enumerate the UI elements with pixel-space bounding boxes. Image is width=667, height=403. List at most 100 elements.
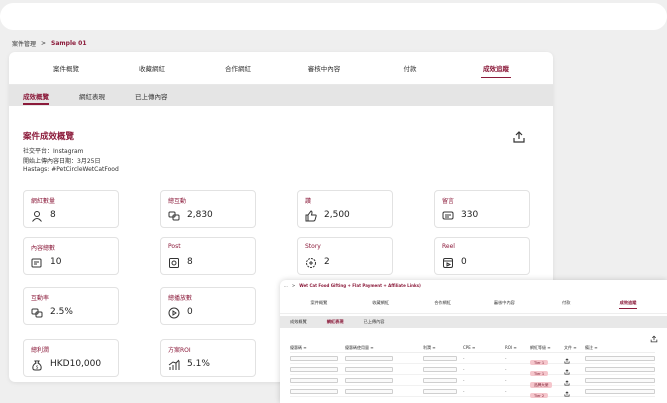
tab-saved-influencers[interactable]: 收藏網紅 — [109, 63, 195, 73]
profit-field[interactable] — [423, 377, 457, 383]
roi-value: - — [505, 355, 507, 361]
start-date-info: 開始上傳內容日期：3月25日 — [23, 158, 101, 165]
metric-label: 內容總數 — [31, 245, 56, 252]
profit-field[interactable] — [423, 388, 457, 394]
cpe-value: - — [463, 366, 465, 372]
tier-badge[interactable]: Tier 2 — [530, 393, 549, 398]
remarks-field[interactable] — [585, 388, 655, 394]
remarks-field[interactable] — [585, 366, 655, 372]
influencer-table: 優惠碼 ≡ 優惠碼使用量 ≡ 利潤 ≡ CPE ≡ ROI ≡ 網紅等級 ≡ 文… — [290, 343, 655, 398]
platform-info: 社交平台：Instagram — [23, 148, 84, 155]
play-icon — [168, 307, 180, 319]
subtab-influencer-performance[interactable]: 網紅表現 — [79, 91, 105, 101]
promo-code-field[interactable] — [290, 388, 338, 394]
panel-breadcrumb-parent[interactable]: ... — [284, 283, 288, 288]
table-header: 優惠碼 ≡ 優惠碼使用量 ≡ 利潤 ≡ CPE ≡ ROI ≡ 網紅等級 ≡ 文… — [290, 343, 655, 353]
cpe-value: - — [463, 377, 465, 383]
post-icon — [169, 258, 179, 268]
money-bag-icon: $ — [32, 360, 42, 371]
column-header[interactable]: 備注 ≡ — [585, 345, 655, 351]
roi-icon — [168, 359, 180, 370]
tab-under-review[interactable]: 審核中內容 — [281, 63, 367, 73]
table-row: - - Tier 2 — [290, 386, 655, 398]
promo-usage-field[interactable] — [345, 377, 393, 383]
tab-partner-influencers[interactable]: 合作網紅 — [195, 63, 281, 73]
subtab-uploaded-content[interactable]: 已上傳內容 — [135, 91, 168, 101]
svg-text:$: $ — [36, 364, 39, 370]
metric-value: 5.1% — [187, 359, 210, 369]
roi-value: - — [505, 366, 507, 372]
promo-code-field[interactable] — [290, 377, 338, 383]
metric-plan-roi: 方案ROI 5.1% — [160, 339, 256, 377]
promo-usage-field[interactable] — [345, 388, 393, 394]
metric-value: 2,830 — [187, 210, 213, 220]
tab-payment[interactable]: 付款 — [367, 63, 453, 73]
metric-label: 網紅數量 — [31, 198, 56, 205]
metric-value: 8 — [187, 257, 193, 267]
metric-interaction-rate: 互動率 2.5% — [23, 287, 119, 325]
metric-label: 讚 — [305, 198, 312, 205]
metric-label: 留言 — [442, 198, 455, 205]
panel-subtab-uploaded-content[interactable]: 已上傳內容 — [364, 319, 385, 325]
panel-tab-payment[interactable]: 付款 — [535, 300, 597, 306]
promo-code-field[interactable] — [290, 366, 338, 372]
metric-content-total: 內容總數 10 — [23, 237, 119, 275]
tab-performance[interactable]: 成效追蹤 — [453, 63, 539, 73]
cpe-value: - — [463, 388, 465, 394]
profit-field[interactable] — [423, 355, 457, 361]
tab-overview[interactable]: 案件概覽 — [23, 63, 109, 73]
panel-sub-tabs: 成效概覽 網紅表現 已上傳內容 — [280, 316, 667, 328]
metric-label: Story — [305, 243, 321, 250]
remarks-field[interactable] — [585, 377, 655, 383]
column-header[interactable]: 利潤 ≡ — [423, 345, 463, 351]
promo-usage-field[interactable] — [345, 355, 393, 361]
panel-breadcrumb: ... > Wet Cat Food Gifting + Flat Paymen… — [284, 283, 421, 288]
export-icon[interactable] — [512, 130, 526, 144]
interaction-icon — [168, 211, 180, 221]
column-header[interactable]: 優惠碼 ≡ — [290, 345, 345, 351]
promo-usage-field[interactable] — [345, 366, 393, 372]
remarks-field[interactable] — [585, 355, 655, 361]
like-icon — [305, 210, 317, 222]
main-tabs: 案件概覽 收藏網紅 合作網紅 審核中內容 付款 成效追蹤 — [9, 52, 553, 85]
breadcrumb-separator: > — [41, 40, 47, 47]
panel-breadcrumb-current: Wet Cat Food Gifting + Flat Payment + Af… — [299, 283, 421, 288]
table-row: - - Tier 1 — [290, 364, 655, 376]
breadcrumb-current: Sample 01 — [51, 40, 87, 47]
panel-tab-partner-influencers[interactable]: 合作網紅 — [412, 300, 474, 306]
panel-subtab-performance-overview[interactable]: 成效概覽 — [290, 319, 307, 325]
upload-icon[interactable] — [564, 390, 570, 397]
metric-comments: 留言 330 — [434, 190, 530, 228]
metric-reel: Reel 0 — [434, 237, 530, 275]
reel-icon — [443, 258, 453, 268]
story-icon — [306, 258, 316, 268]
panel-tab-under-review[interactable]: 審核中內容 — [473, 300, 535, 306]
subtab-performance-overview[interactable]: 成效概覽 — [23, 91, 49, 105]
metric-story: Story 2 — [297, 237, 393, 275]
cpe-value: - — [463, 355, 465, 361]
panel-tab-performance[interactable]: 成效追蹤 — [597, 300, 659, 306]
column-header[interactable]: CPE ≡ — [463, 345, 505, 350]
column-header[interactable]: 優惠碼使用量 ≡ — [345, 345, 423, 351]
metric-label: 互動率 — [31, 295, 50, 302]
promo-code-field[interactable] — [290, 355, 338, 361]
panel-tab-overview[interactable]: 案件概覽 — [288, 300, 350, 306]
panel-tab-saved-influencers[interactable]: 收藏網紅 — [350, 300, 412, 306]
table-row: - - 品牌大使 — [290, 375, 655, 388]
metric-value: 0 — [461, 257, 467, 267]
panel-tabs: 案件概覽 收藏網紅 合作網紅 審核中內容 付款 成效追蹤 — [280, 292, 667, 314]
roi-value: - — [505, 388, 507, 394]
profit-field[interactable] — [423, 366, 457, 372]
export-icon[interactable] — [650, 335, 658, 343]
interaction-rate-icon — [31, 308, 43, 318]
metric-value: HKD10,000 — [50, 359, 102, 369]
metric-label: 總互動 — [168, 198, 187, 205]
metric-total-interactions: 總互動 2,830 — [160, 190, 256, 228]
metric-value: 8 — [50, 210, 56, 220]
metric-value: 330 — [461, 210, 479, 220]
panel-subtab-influencer-performance[interactable]: 網紅表現 — [327, 319, 344, 325]
column-header[interactable]: ROI ≡ — [505, 345, 530, 350]
metric-label: 總利潤 — [31, 347, 50, 354]
breadcrumb-parent[interactable]: 案件管理 — [12, 39, 36, 48]
breadcrumb: 案件管理 > Sample 01 — [12, 39, 87, 48]
